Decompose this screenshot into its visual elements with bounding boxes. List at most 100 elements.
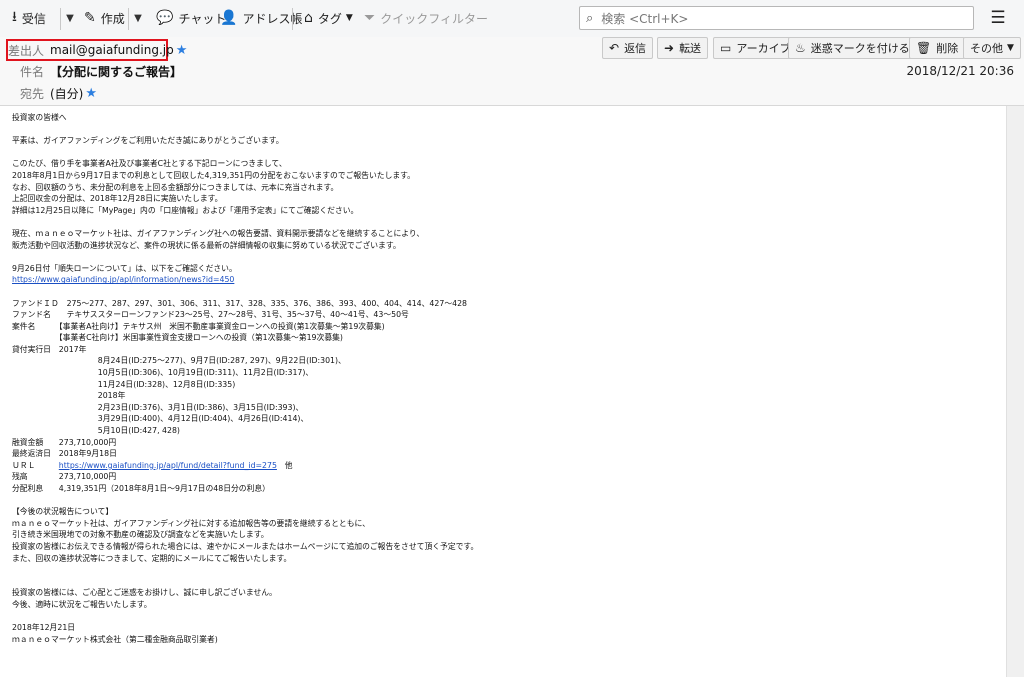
message-line: 投資家の皆様にお伝えできる情報が得られた場合には、速やかにメールまたはホームペー… xyxy=(12,541,479,551)
to-value[interactable]: (自分) xyxy=(50,85,83,102)
message-line: 11月24日(ID:328)、12月8日(ID:335) xyxy=(12,379,236,389)
more-button[interactable]: その他 ▼ xyxy=(963,37,1021,59)
to-row: 宛先 (自分) ★ xyxy=(0,83,97,103)
archive-label: アーカイブ xyxy=(736,42,791,55)
compose-button[interactable]: ✎ 作成 xyxy=(84,6,125,30)
chat-bubble-icon: 💬 xyxy=(156,10,174,26)
message-date: 2018/12/21 20:36 xyxy=(906,64,1014,78)
message-line: 案件名 【事業者A社向け】テキサス州 米国不動産事業資金ローンへの投資(第1次募… xyxy=(12,321,385,331)
message-line: 詳細は12月25日以降に「MyPage」内の「口座情報」および「運用予定表」にて… xyxy=(12,205,359,215)
message-line: 8月24日(ID:275～277)、9月7日(ID:287, 297)、9月22… xyxy=(12,356,346,366)
message-text: 投資家の皆様へ 平素は、ガイアファンディングをご利用いただき誠にありがとうござい… xyxy=(12,112,992,645)
message-line: 【事業者C社向け】米国事業性資金支援ローンへの投資（第1次募集～第19次募集) xyxy=(12,333,343,343)
receive-dropdown-button[interactable]: ▼ xyxy=(62,6,78,30)
tag-button[interactable]: ⌂ タグ ▼ xyxy=(304,6,353,30)
message-line: また、回収の進捗状況等につきまして、定期的にメールにてご報告いたします。 xyxy=(12,553,292,563)
message-line xyxy=(12,611,992,623)
message-line: 販売活動や回収活動の進捗状況など、案件の現状に係る最新の詳細情報の収集に努めてい… xyxy=(12,240,401,250)
message-line xyxy=(12,286,992,298)
message-line: なお、回収額のうち、未分配の利息を上回る金額部分につきましては、元本に充当されま… xyxy=(12,182,339,192)
chat-button[interactable]: 💬 チャット xyxy=(156,6,226,30)
subject-row: 件名 【分配に関するご報告】 xyxy=(0,61,182,81)
junk-label: 迷惑マークを付ける xyxy=(810,42,910,55)
message-line: 現在、ｍａｎｅｏマーケット社は、ガイアファンディング社への報告要請、資料開示要請… xyxy=(12,228,425,238)
from-address[interactable]: mail@gaiafunding.jp xyxy=(50,43,174,57)
message-line: 融資金額 273,710,000円 xyxy=(12,437,117,447)
search-input[interactable]: ⌕ 検索 <Ctrl+K> xyxy=(579,6,974,30)
reply-label: 返信 xyxy=(624,42,647,55)
message-line: 投資家の皆様へ xyxy=(12,113,67,122)
archive-icon: ▭ xyxy=(720,41,732,55)
quick-filter-button[interactable]: ⏷ クイックフィルター xyxy=(364,6,488,30)
message-line xyxy=(12,564,992,576)
from-row: 差出人 mail@gaiafunding.jp ★ xyxy=(0,40,187,60)
message-line: ＵＲＬ https://www.gaiafunding.jp/apl/fund/… xyxy=(12,460,293,470)
message-line xyxy=(12,495,992,507)
more-label: その他 xyxy=(970,42,1003,55)
message-line: 平素は、ガイアファンディングをご利用いただき誠にありがとうございます。 xyxy=(12,136,284,146)
archive-button[interactable]: ▭ アーカイブ xyxy=(713,37,798,59)
tag-label: タグ xyxy=(317,11,342,26)
forward-icon: ➜ xyxy=(664,41,675,55)
message-line: 5月10日(ID:427, 428) xyxy=(12,426,180,436)
main-toolbar: ⭳ 受信 ▼ ✎ 作成 ▼ 💬 チャット 👤 アドレス帳 ⌂ タグ ▼ ⏷ クイ… xyxy=(0,0,1024,38)
message-body: 投資家の皆様へ 平素は、ガイアファンディングをご利用いただき誠にありがとうござい… xyxy=(0,106,1006,677)
message-line: ファンド名 テキサススターローンファンド23～25号、27～28号、31号、35… xyxy=(12,310,409,320)
chevron-down-icon: ▼ xyxy=(66,12,74,24)
subject-value: 【分配に関するご報告】 xyxy=(50,64,183,79)
delete-button[interactable]: 🗑 削除 xyxy=(909,37,966,59)
message-line: 2018年 xyxy=(12,391,126,401)
message-line: 【今後の状況報告について】 xyxy=(12,507,114,517)
tag-icon: ⌂ xyxy=(304,10,313,26)
message-line: 10月5日(ID:306)、10月19日(ID:311)、11月2日(ID:31… xyxy=(12,368,314,378)
compose-label: 作成 xyxy=(100,11,125,26)
message-line: 2018年12月21日 xyxy=(12,623,76,633)
reply-icon: ↶ xyxy=(609,41,620,55)
search-icon: ⌕ xyxy=(586,10,594,26)
message-line: 上記回収金の分配は、2018年12月28日に実施いたします。 xyxy=(12,194,223,204)
receive-label: 受信 xyxy=(21,11,46,26)
message-line xyxy=(12,576,992,588)
filter-icon: ⏷ xyxy=(364,10,376,26)
message-line: 貸付実行日 2017年 xyxy=(12,344,87,354)
address-book-button[interactable]: 👤 アドレス帳 xyxy=(220,6,302,30)
app-menu-button[interactable]: ☰ xyxy=(988,7,1008,29)
receive-button[interactable]: ⭳ 受信 xyxy=(12,6,46,30)
message-line: 最終返済日 2018年9月18日 xyxy=(12,449,117,459)
message-link[interactable]: https://www.gaiafunding.jp/apl/informati… xyxy=(12,275,234,284)
message-line: 今後、適時に状況をご報告いたします。 xyxy=(12,599,152,609)
chevron-down-icon: ▼ xyxy=(345,13,353,23)
trash-icon: 🗑 xyxy=(916,41,932,55)
download-icon: ⭳ xyxy=(12,9,17,25)
forward-button[interactable]: ➜ 転送 xyxy=(657,37,709,59)
junk-button[interactable]: ♨ 迷惑マークを付ける xyxy=(788,37,917,59)
from-label: 差出人 xyxy=(7,43,44,58)
flame-icon: ♨ xyxy=(795,41,806,55)
to-label: 宛先 xyxy=(19,86,44,101)
message-line: 投資家の皆様には、ご心配とご迷惑をお掛けし、誠に申し訳ございません。 xyxy=(12,588,277,598)
divider xyxy=(60,8,61,30)
star-icon[interactable]: ★ xyxy=(85,86,97,101)
message-line: 残高 273,710,000円 xyxy=(12,472,117,482)
message-line: ｍａｎｅｏマーケット株式会社（第二種金融商品取引業者) xyxy=(12,634,218,644)
message-line: ｍａｎｅｏマーケット社は、ガイアファンディング社に対する追加報告等の要請を継続す… xyxy=(12,518,370,528)
pencil-icon: ✎ xyxy=(84,10,96,26)
message-line: 2月23日(ID:376)、3月1日(ID:386)、3月15日(ID:393)… xyxy=(12,402,304,412)
compose-dropdown-button[interactable]: ▼ xyxy=(130,6,146,30)
quick-filter-label: クイックフィルター xyxy=(380,11,488,26)
chevron-down-icon: ▼ xyxy=(134,12,142,24)
message-line: ファンドＩＤ 275～277、287、297、301、306、311、317、3… xyxy=(12,298,467,308)
delete-label: 削除 xyxy=(936,42,959,55)
message-line: このたび、借り手を事業者A社及び事業者C社とする下記ローンにつきまして、 xyxy=(12,159,287,169)
divider xyxy=(128,8,129,30)
star-icon[interactable]: ★ xyxy=(176,43,188,58)
message-line: 分配利息 4,319,351円（2018年8月1日～9月17日の48日分の利息） xyxy=(12,484,270,493)
message-header: 差出人 mail@gaiafunding.jp ★ 件名 【分配に関するご報告】… xyxy=(0,37,1024,106)
hamburger-icon: ☰ xyxy=(990,8,1006,28)
address-book-label: アドレス帳 xyxy=(242,11,303,26)
message-line xyxy=(12,216,992,228)
message-link[interactable]: https://www.gaiafunding.jp/apl/fund/deta… xyxy=(59,461,277,470)
scrollbar[interactable] xyxy=(1006,106,1024,677)
message-line xyxy=(12,251,992,263)
reply-button[interactable]: ↶ 返信 xyxy=(602,37,654,59)
